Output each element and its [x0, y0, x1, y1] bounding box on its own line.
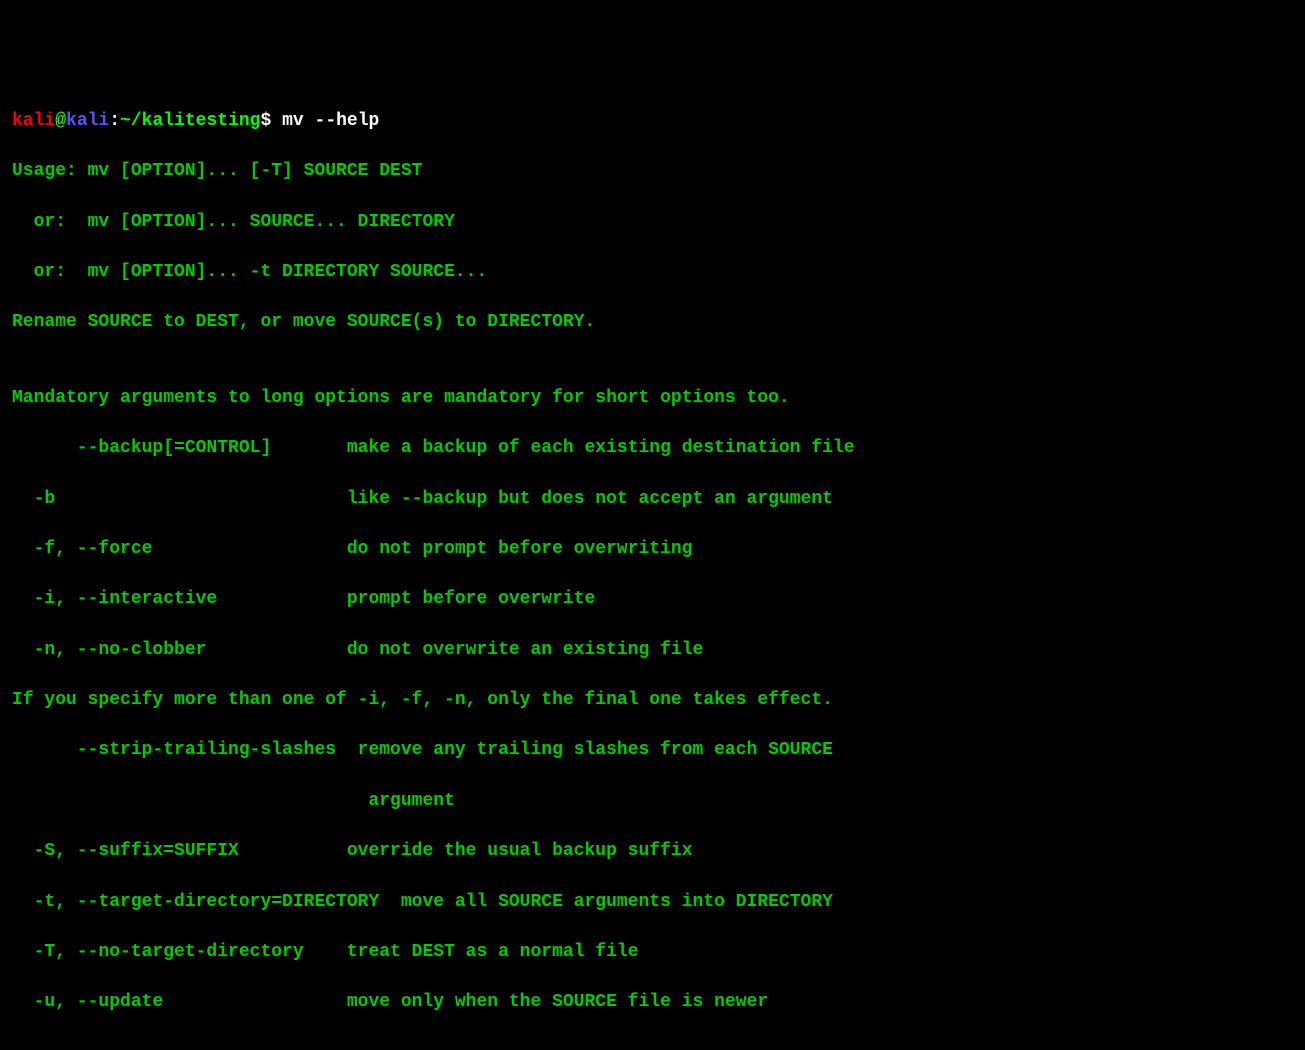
terminal-prompt-line[interactable]: kali@kali:~/kalitesting$ mv --help	[12, 109, 1293, 134]
output-line: -T, --no-target-directory treat DEST as …	[12, 940, 1293, 965]
output-line: -S, --suffix=SUFFIX override the usual b…	[12, 839, 1293, 864]
prompt-command: mv --help	[271, 111, 379, 131]
prompt-colon: :	[109, 111, 120, 131]
output-line: -u, --update move only when the SOURCE f…	[12, 990, 1293, 1015]
prompt-user: kali	[12, 111, 55, 131]
output-line: or: mv [OPTION]... -t DIRECTORY SOURCE..…	[12, 260, 1293, 285]
output-line: Mandatory arguments to long options are …	[12, 386, 1293, 411]
output-line: --backup[=CONTROL] make a backup of each…	[12, 436, 1293, 461]
output-line: --strip-trailing-slashes remove any trai…	[12, 738, 1293, 763]
output-line: Rename SOURCE to DEST, or move SOURCE(s)…	[12, 310, 1293, 335]
output-line: -b like --backup but does not accept an …	[12, 487, 1293, 512]
prompt-host: kali	[66, 111, 109, 131]
output-line: -t, --target-directory=DIRECTORY move al…	[12, 890, 1293, 915]
output-line: -n, --no-clobber do not overwrite an exi…	[12, 638, 1293, 663]
output-line: If you specify more than one of -i, -f, …	[12, 688, 1293, 713]
output-line: Usage: mv [OPTION]... [-T] SOURCE DEST	[12, 159, 1293, 184]
output-line: -i, --interactive prompt before overwrit…	[12, 587, 1293, 612]
output-line: argument	[12, 789, 1293, 814]
output-line: or: mv [OPTION]... SOURCE... DIRECTORY	[12, 210, 1293, 235]
prompt-dollar: $	[261, 111, 272, 131]
prompt-path: ~/kalitesting	[120, 111, 260, 131]
prompt-at: @	[55, 111, 66, 131]
output-line: -f, --force do not prompt before overwri…	[12, 537, 1293, 562]
